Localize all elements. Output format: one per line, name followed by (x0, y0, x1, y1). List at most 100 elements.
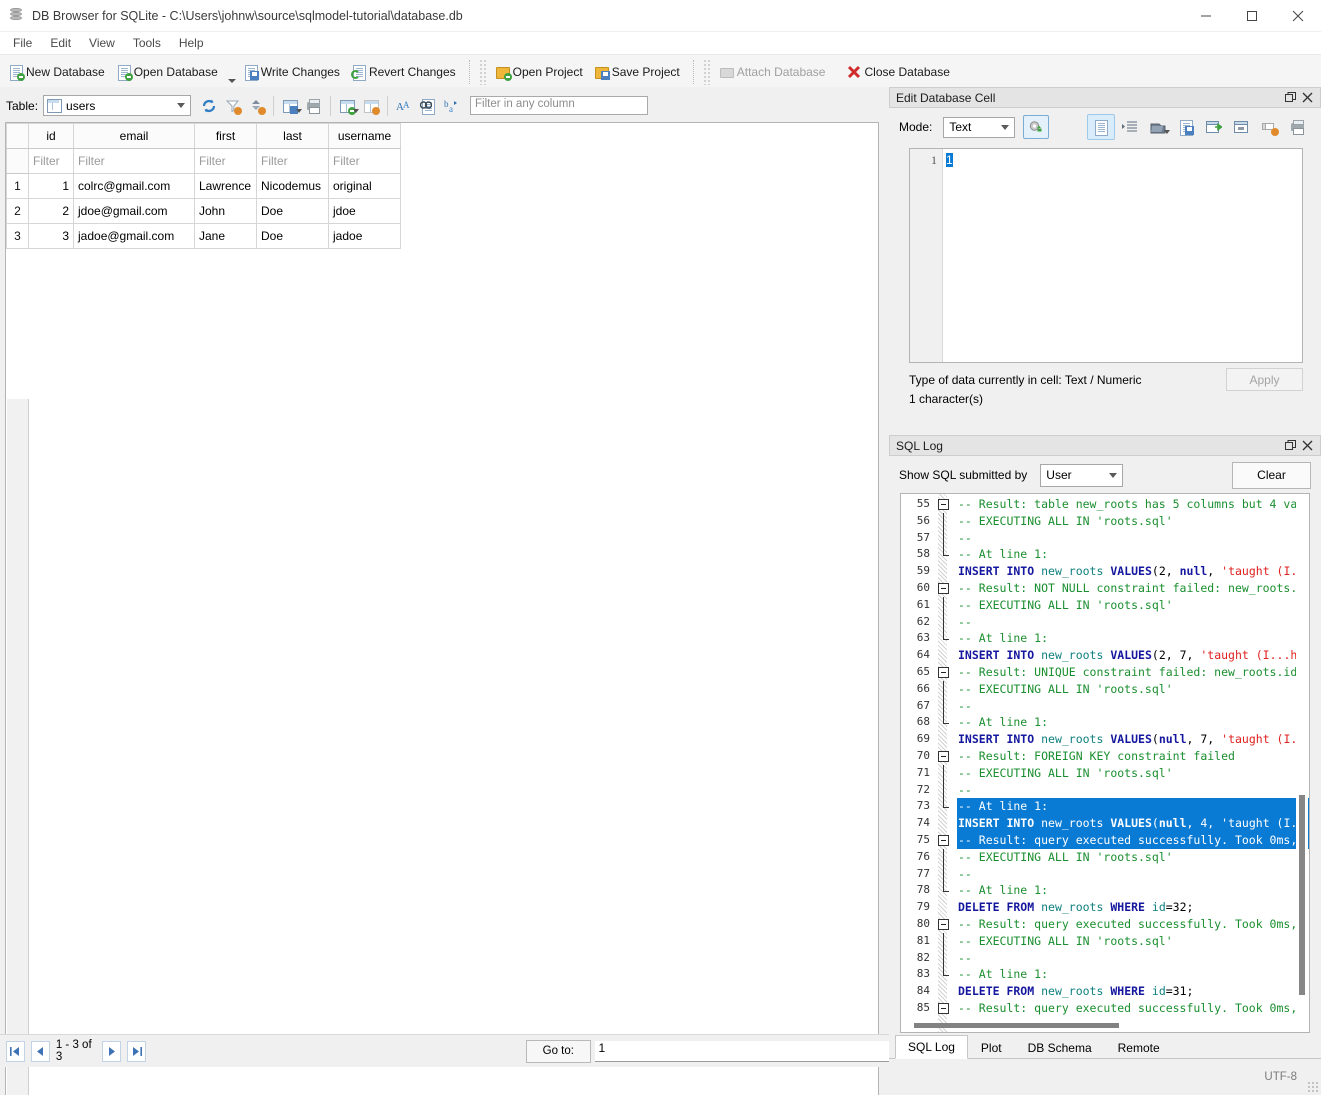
find-button[interactable] (416, 94, 440, 118)
cell-email[interactable]: jdoe@gmail.com (73, 198, 195, 224)
column-header-last[interactable]: last (256, 123, 329, 149)
save-project-button[interactable]: Save Project (590, 61, 687, 83)
sql-log-hscrollbar[interactable] (914, 1021, 1304, 1030)
tab-plot[interactable]: Plot (968, 1036, 1015, 1059)
menu-view[interactable]: View (80, 34, 124, 52)
sql-log-hscroll-thumb[interactable] (914, 1023, 1119, 1028)
column-header-id[interactable]: id (28, 123, 74, 149)
sql-log-view[interactable]: 55 56 57 58 59 60 61 62 63 64 65 66 67 68 69 70 71 72 73 74… (900, 493, 1310, 1033)
resize-grip[interactable] (1307, 1081, 1319, 1093)
change-font-button[interactable]: AA (392, 94, 416, 118)
delete-record-button[interactable] (359, 94, 383, 118)
sql-log-line[interactable]: -- EXECUTING ALL IN 'roots.sql' (957, 765, 1309, 782)
sql-log-line[interactable]: -- At line 1: (957, 798, 1309, 816)
sql-log-line[interactable]: -- Result: table new_roots has 5 columns… (957, 496, 1309, 513)
sql-log-line[interactable]: INSERT INTO new_roots VALUES(null, 4, 't… (957, 815, 1309, 832)
cell-first[interactable]: John (194, 198, 257, 224)
go-previous-button[interactable] (30, 1040, 50, 1062)
sql-log-text[interactable]: -- Result: table new_roots has 5 columns… (957, 494, 1309, 1032)
fold-collapse-icon[interactable] (938, 583, 949, 594)
clear-filters-button[interactable] (221, 94, 245, 118)
sql-log-vscrollbar[interactable] (1296, 495, 1308, 1031)
sql-log-line[interactable]: -- Result: FOREIGN KEY constraint failed (957, 748, 1309, 765)
sql-log-line[interactable]: INSERT INTO new_roots VALUES(null, 7, 't… (957, 731, 1309, 748)
sql-log-filter-select[interactable]: User (1040, 463, 1124, 487)
cell-username[interactable]: jadoe (328, 223, 401, 249)
print-button[interactable] (302, 94, 326, 118)
sql-log-line[interactable]: -- (957, 866, 1309, 883)
fold-collapse-icon[interactable] (938, 919, 949, 930)
cell-id[interactable]: 3 (28, 223, 74, 249)
tab-remote[interactable]: Remote (1105, 1036, 1173, 1059)
menu-file[interactable]: File (4, 34, 41, 52)
menu-help[interactable]: Help (170, 34, 213, 52)
sql-log-line[interactable]: -- Result: UNIQUE constraint failed: new… (957, 664, 1309, 681)
filter-input-first[interactable]: Filter (194, 148, 257, 174)
tab-sql-log[interactable]: SQL Log (895, 1035, 968, 1059)
cell-email[interactable]: colrc@gmail.com (73, 173, 195, 199)
filter-input-email[interactable]: Filter (73, 148, 195, 174)
float-icon[interactable] (1284, 439, 1297, 452)
sql-log-line[interactable]: -- Result: NOT NULL constraint failed: n… (957, 580, 1309, 597)
go-next-button[interactable] (102, 1040, 122, 1062)
sql-log-line[interactable]: -- At line 1: (957, 714, 1309, 731)
sql-log-line[interactable]: -- (957, 614, 1309, 631)
attach-database-button[interactable]: Attach Database (715, 61, 833, 83)
goto-button[interactable]: Go to: (526, 1039, 591, 1063)
column-header-username[interactable]: username (328, 123, 401, 149)
close-icon[interactable] (1275, 0, 1321, 31)
sql-log-line[interactable]: -- (957, 530, 1309, 547)
table-row[interactable]: 2 2 jdoe@gmail.com John Doe jdoe (6, 198, 401, 224)
mode-select[interactable]: Text (943, 116, 1016, 138)
cell-editor[interactable]: 1 1 (909, 148, 1303, 363)
sql-log-line[interactable]: -- Result: query executed successfully. … (957, 916, 1309, 933)
find-replace-button[interactable]: ba (440, 94, 464, 118)
filter-any-column-input[interactable]: Filter in any column (470, 96, 649, 115)
sql-log-line[interactable]: -- (957, 782, 1309, 799)
refresh-button[interactable] (197, 94, 221, 118)
toolbar-grip-2[interactable] (702, 59, 712, 85)
fold-collapse-icon[interactable] (938, 1003, 949, 1014)
cell-email[interactable]: jadoe@gmail.com (73, 223, 195, 249)
row-number[interactable]: 2 (6, 198, 29, 224)
toolbar-grip-1[interactable] (478, 59, 488, 85)
import-from-file-button[interactable] (1145, 115, 1171, 139)
minimize-icon[interactable] (1183, 0, 1229, 31)
sql-log-line[interactable]: INSERT INTO new_roots VALUES(2, 7, 'taug… (957, 647, 1309, 664)
fold-collapse-icon[interactable] (938, 499, 949, 510)
cell-last[interactable]: Nicodemus (256, 173, 329, 199)
cell-id[interactable]: 1 (28, 173, 74, 199)
sql-log-line[interactable]: -- (957, 950, 1309, 967)
menu-tools[interactable]: Tools (124, 34, 170, 52)
cell-first[interactable]: Lawrence (194, 173, 257, 199)
open-project-button[interactable]: Open Project (491, 61, 590, 83)
cell-username[interactable]: original (328, 173, 401, 199)
column-header-first[interactable]: first (194, 123, 257, 149)
row-number[interactable]: 1 (6, 173, 29, 199)
sql-log-line[interactable]: -- At line 1: (957, 630, 1309, 647)
filter-input-id[interactable]: Filter (28, 148, 74, 174)
open-database-button[interactable]: Open Database (112, 61, 225, 83)
clear-log-button[interactable]: Clear (1232, 461, 1311, 489)
sql-log-line[interactable]: DELETE FROM new_roots WHERE id=31; (957, 983, 1309, 1000)
apply-button[interactable]: Apply (1226, 368, 1303, 391)
goto-input[interactable]: 1 (594, 1040, 889, 1062)
go-last-button[interactable] (127, 1040, 147, 1062)
table-select[interactable]: users (43, 95, 192, 116)
tab-db-schema[interactable]: DB Schema (1015, 1036, 1105, 1059)
sql-log-line[interactable]: INSERT INTO new_roots VALUES(2, null, 't… (957, 563, 1309, 580)
cell-username[interactable]: jdoe (328, 198, 401, 224)
sql-log-line[interactable]: -- Result: query executed successfully. … (957, 1000, 1309, 1017)
filter-input-last[interactable]: Filter (256, 148, 329, 174)
cell-first[interactable]: Jane (194, 223, 257, 249)
float-icon[interactable] (1284, 91, 1297, 104)
sql-log-line[interactable]: -- EXECUTING ALL IN 'roots.sql' (957, 513, 1309, 530)
sql-log-line[interactable]: -- EXECUTING ALL IN 'roots.sql' (957, 681, 1309, 698)
clear-sorting-button[interactable] (245, 94, 269, 118)
cell-editor-text[interactable]: 1 (943, 149, 1302, 362)
cell-id[interactable]: 2 (28, 198, 74, 224)
row-number[interactable]: 3 (6, 223, 29, 249)
insert-record-button[interactable] (335, 94, 360, 118)
column-header-email[interactable]: email (73, 123, 195, 149)
sql-log-line[interactable]: -- EXECUTING ALL IN 'roots.sql' (957, 933, 1309, 950)
